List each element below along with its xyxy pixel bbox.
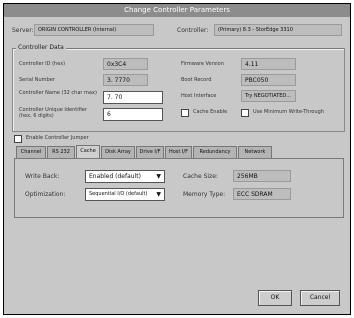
cancel-button[interactable]: Cancel — [300, 290, 340, 306]
controller-data-group: Controller Data Controller ID (hex) 0x3C… — [12, 44, 345, 132]
tab-cache[interactable]: Cache — [76, 145, 100, 158]
memory-type-label: Memory Type: — [183, 191, 226, 198]
optimization-value: Sequential I/O (default) — [89, 191, 148, 197]
tab-redundancy[interactable]: Redundancy — [193, 146, 237, 158]
serial-number-value: 3. 7770 — [103, 74, 148, 86]
controller-name-label: Controller Name (32 char max) — [19, 90, 97, 96]
tab-host-if[interactable]: Host I/F — [165, 146, 192, 158]
tab-network[interactable]: Network — [238, 146, 272, 158]
cache-size-label: Cache Size: — [183, 173, 218, 180]
serial-number-label: Serial Number — [19, 77, 55, 83]
controller-value: (Primary) 8.3 - StorEdge 3310 — [214, 24, 342, 36]
unique-identifier-input[interactable]: 6 — [103, 108, 163, 121]
controller-id-label: Controller ID (hex) — [19, 61, 66, 67]
controller-id-value: 0x3C4 — [103, 58, 148, 70]
enable-controller-jumper-label: Enable Controller Jumper — [26, 135, 89, 141]
controller-name-input[interactable]: 7. 70 — [103, 91, 163, 104]
change-controller-parameters-dialog: Change Controller Parameters Server: ORI… — [3, 3, 351, 315]
firmware-version-label: Firmware Version — [181, 61, 224, 67]
host-interface-value: Try NEGOTIATED... — [241, 90, 296, 102]
tab-channel[interactable]: Channel — [16, 146, 46, 158]
boot-record-label: Boot Record — [181, 77, 212, 83]
write-through-checkbox[interactable] — [241, 109, 249, 117]
enable-controller-jumper-checkbox[interactable] — [14, 135, 22, 143]
ok-button[interactable]: OK — [258, 290, 292, 306]
controller-data-title: Controller Data — [16, 44, 66, 51]
memory-type-value: ECC SDRAM — [233, 188, 291, 200]
host-interface-label: Host Interface — [181, 93, 217, 99]
tab-disk-array[interactable]: Disk Array — [101, 146, 135, 158]
unique-identifier-label: Controller Unique Identifier (hex, 6 dig… — [19, 107, 87, 119]
write-back-value: Enabled (default) — [89, 173, 141, 180]
chevron-down-icon: ▼ — [156, 173, 161, 180]
cache-enable-label: Cache Enable — [193, 109, 228, 115]
server-value: ORIGIN CONTROLLER (Internal) — [34, 24, 154, 36]
controller-label: Controller: — [177, 27, 209, 34]
window-title: Change Controller Parameters — [4, 4, 350, 17]
tab-rs232[interactable]: RS 232 — [47, 146, 75, 158]
boot-record-value: PBC050 — [241, 74, 296, 86]
cache-size-value: 256MB — [233, 170, 291, 182]
tab-drive-if[interactable]: Drive I/F — [136, 146, 164, 158]
write-back-select[interactable]: Enabled (default) ▼ — [85, 170, 165, 183]
chevron-down-icon: ▼ — [156, 191, 161, 198]
write-through-label: Use Minimum Write-Through — [253, 109, 324, 115]
write-back-label: Write Back: — [25, 173, 60, 180]
optimization-select[interactable]: Sequential I/O (default) ▼ — [85, 188, 165, 201]
server-label: Server: — [12, 27, 34, 34]
firmware-version-value: 4.11 — [241, 58, 296, 70]
optimization-label: Optimization: — [25, 191, 66, 198]
cache-tab-panel: Write Back: Enabled (default) ▼ Optimiza… — [14, 158, 344, 218]
cache-enable-checkbox[interactable] — [181, 109, 189, 117]
